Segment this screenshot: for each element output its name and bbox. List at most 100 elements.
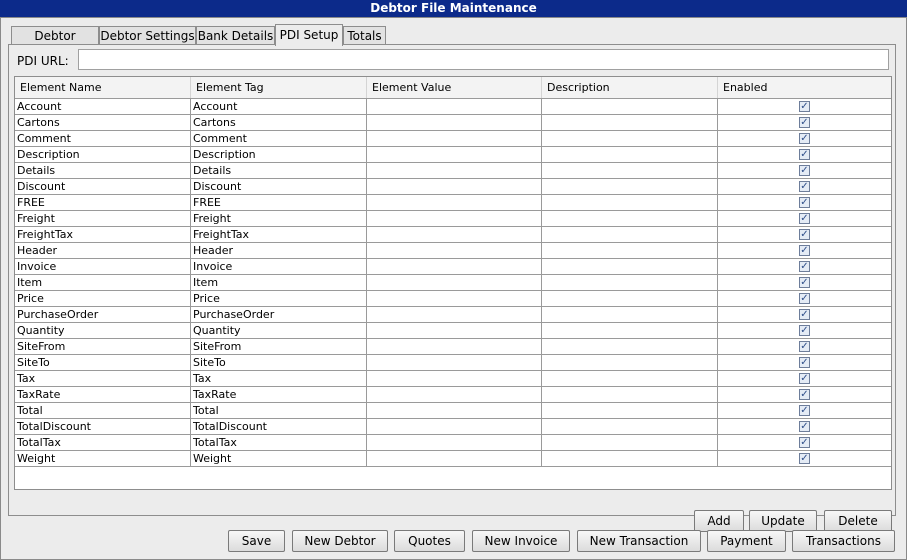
cell-element-name[interactable]: TotalTax xyxy=(15,435,191,451)
checkbox-checked-icon[interactable]: ✓ xyxy=(799,261,810,272)
table-row[interactable]: TotalDiscount TotalDiscount ✓ xyxy=(15,419,891,435)
cell-description[interactable] xyxy=(542,243,718,259)
table-row[interactable]: FreightTax FreightTax ✓ xyxy=(15,227,891,243)
cell-description[interactable] xyxy=(542,371,718,387)
cell-element-name[interactable]: Details xyxy=(15,163,191,179)
table-row[interactable]: Freight Freight ✓ xyxy=(15,211,891,227)
cell-description[interactable] xyxy=(542,403,718,419)
cell-description[interactable] xyxy=(542,419,718,435)
cell-element-tag[interactable]: Description xyxy=(191,147,367,163)
table-row[interactable]: TotalTax TotalTax ✓ xyxy=(15,435,891,451)
checkbox-checked-icon[interactable]: ✓ xyxy=(799,389,810,400)
cell-element-tag[interactable]: TotalTax xyxy=(191,435,367,451)
cell-element-tag[interactable]: Discount xyxy=(191,179,367,195)
cell-element-value[interactable] xyxy=(367,435,542,451)
table-row[interactable]: Account Account ✓ xyxy=(15,99,891,115)
cell-description[interactable] xyxy=(542,227,718,243)
checkbox-checked-icon[interactable]: ✓ xyxy=(799,405,810,416)
cell-element-name[interactable]: Comment xyxy=(15,131,191,147)
cell-element-tag[interactable]: TaxRate xyxy=(191,387,367,403)
cell-element-name[interactable]: Price xyxy=(15,291,191,307)
cell-element-value[interactable] xyxy=(367,243,542,259)
cell-element-value[interactable] xyxy=(367,211,542,227)
cell-element-name[interactable]: FREE xyxy=(15,195,191,211)
cell-element-name[interactable]: TaxRate xyxy=(15,387,191,403)
cell-element-value[interactable] xyxy=(367,195,542,211)
cell-description[interactable] xyxy=(542,291,718,307)
cell-element-value[interactable] xyxy=(367,323,542,339)
table-row[interactable]: SiteFrom SiteFrom ✓ xyxy=(15,339,891,355)
cell-description[interactable] xyxy=(542,179,718,195)
cell-element-name[interactable]: Item xyxy=(15,275,191,291)
column-header-description[interactable]: Description xyxy=(542,77,718,98)
cell-element-tag[interactable]: Tax xyxy=(191,371,367,387)
cell-element-value[interactable] xyxy=(367,131,542,147)
pdi-url-input[interactable] xyxy=(78,49,889,70)
column-header-element-tag[interactable]: Element Tag xyxy=(191,77,367,98)
cell-description[interactable] xyxy=(542,387,718,403)
tab-debtor-details[interactable]: Debtor Details xyxy=(11,26,99,61)
cell-element-name[interactable]: SiteFrom xyxy=(15,339,191,355)
cell-element-name[interactable]: TotalDiscount xyxy=(15,419,191,435)
add-button[interactable]: Add xyxy=(694,510,744,532)
cell-element-value[interactable] xyxy=(367,403,542,419)
cell-description[interactable] xyxy=(542,451,718,467)
cell-element-name[interactable]: SiteTo xyxy=(15,355,191,371)
cell-element-tag[interactable]: Freight xyxy=(191,211,367,227)
checkbox-checked-icon[interactable]: ✓ xyxy=(799,101,810,112)
cell-element-tag[interactable]: FreightTax xyxy=(191,227,367,243)
table-row[interactable]: Invoice Invoice ✓ xyxy=(15,259,891,275)
cell-description[interactable] xyxy=(542,131,718,147)
table-row[interactable]: FREE FREE ✓ xyxy=(15,195,891,211)
checkbox-checked-icon[interactable]: ✓ xyxy=(799,117,810,128)
cell-element-tag[interactable]: Details xyxy=(191,163,367,179)
cell-element-value[interactable] xyxy=(367,163,542,179)
cell-element-name[interactable]: Weight xyxy=(15,451,191,467)
cell-description[interactable] xyxy=(542,323,718,339)
save-button[interactable]: Save xyxy=(228,530,285,552)
cell-description[interactable] xyxy=(542,339,718,355)
cell-element-value[interactable] xyxy=(367,179,542,195)
tab-bank-details[interactable]: Bank Details xyxy=(196,26,275,44)
table-row[interactable]: Comment Comment ✓ xyxy=(15,131,891,147)
cell-element-value[interactable] xyxy=(367,291,542,307)
checkbox-checked-icon[interactable]: ✓ xyxy=(799,165,810,176)
payment-button[interactable]: Payment xyxy=(707,530,786,552)
quotes-button[interactable]: Quotes xyxy=(394,530,465,552)
cell-element-tag[interactable]: Comment xyxy=(191,131,367,147)
cell-description[interactable] xyxy=(542,99,718,115)
cell-element-name[interactable]: Tax xyxy=(15,371,191,387)
checkbox-checked-icon[interactable]: ✓ xyxy=(799,197,810,208)
cell-element-value[interactable] xyxy=(367,339,542,355)
cell-element-name[interactable]: Freight xyxy=(15,211,191,227)
tab-totals[interactable]: Totals xyxy=(343,26,386,44)
cell-description[interactable] xyxy=(542,275,718,291)
table-row[interactable]: Total Total ✓ xyxy=(15,403,891,419)
cell-element-name[interactable]: Cartons xyxy=(15,115,191,131)
checkbox-checked-icon[interactable]: ✓ xyxy=(799,181,810,192)
cell-element-value[interactable] xyxy=(367,259,542,275)
checkbox-checked-icon[interactable]: ✓ xyxy=(799,293,810,304)
cell-element-name[interactable]: Discount xyxy=(15,179,191,195)
cell-element-tag[interactable]: FREE xyxy=(191,195,367,211)
table-row[interactable]: Cartons Cartons ✓ xyxy=(15,115,891,131)
checkbox-checked-icon[interactable]: ✓ xyxy=(799,133,810,144)
checkbox-checked-icon[interactable]: ✓ xyxy=(799,357,810,368)
cell-element-tag[interactable]: Item xyxy=(191,275,367,291)
cell-element-name[interactable]: Header xyxy=(15,243,191,259)
cell-element-value[interactable] xyxy=(367,115,542,131)
cell-element-name[interactable]: Invoice xyxy=(15,259,191,275)
column-header-element-name[interactable]: Element Name xyxy=(15,77,191,98)
table-row[interactable]: Description Description ✓ xyxy=(15,147,891,163)
cell-element-tag[interactable]: Weight xyxy=(191,451,367,467)
cell-element-tag[interactable]: Invoice xyxy=(191,259,367,275)
cell-description[interactable] xyxy=(542,259,718,275)
table-row[interactable]: PurchaseOrder PurchaseOrder ✓ xyxy=(15,307,891,323)
checkbox-checked-icon[interactable]: ✓ xyxy=(799,421,810,432)
new-transaction-button[interactable]: New Transaction xyxy=(577,530,701,552)
cell-element-name[interactable]: Total xyxy=(15,403,191,419)
column-header-enabled[interactable]: Enabled xyxy=(718,77,891,98)
cell-element-value[interactable] xyxy=(367,147,542,163)
update-button[interactable]: Update xyxy=(749,510,817,532)
cell-element-value[interactable] xyxy=(367,451,542,467)
